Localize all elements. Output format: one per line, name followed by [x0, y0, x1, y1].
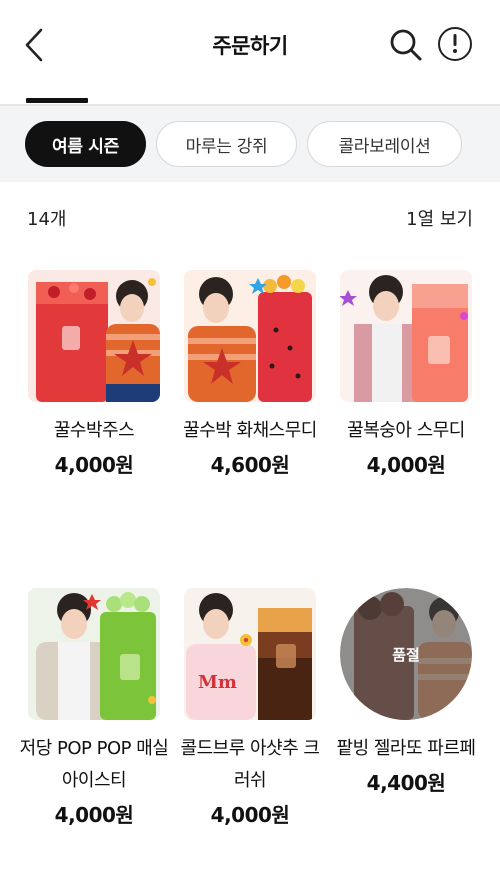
product-price: 4,000원: [366, 453, 446, 477]
chip-label: 콜라보레이션: [338, 136, 431, 157]
sold-out-badge: 품절: [392, 645, 420, 664]
product-name: 꿀수박 화채스무디: [183, 420, 317, 441]
product-card[interactable]: 꿀복숭아 스무디 4,000원: [330, 270, 482, 478]
product-image: [340, 270, 472, 402]
chip-label: 여름 시즌: [52, 136, 119, 157]
product-name: 꿀복숭아 스무디: [347, 420, 465, 441]
product-image: [28, 270, 160, 402]
chip-maru-dog[interactable]: 마루는 강쥐: [156, 121, 297, 167]
product-name: 팥빙 젤라또 파르페: [336, 738, 476, 759]
product-card[interactable]: Mm 콜드브루 아샷추 크러쉬 4,000원: [174, 588, 326, 828]
product-price: 4,000원: [210, 803, 290, 827]
product-card[interactable]: 저당 POP POP 매실 아이스티 4,000원: [18, 588, 170, 828]
product-image: Mm: [184, 588, 316, 720]
search-icon: [390, 29, 422, 61]
product-name: 저당 POP POP 매실 아이스티: [19, 738, 169, 791]
category-chip-bar: 여름 시즌 마루는 강쥐 콜라보레이션: [0, 106, 500, 182]
chip-collaboration[interactable]: 콜라보레이션: [307, 121, 462, 167]
info-icon: [453, 34, 457, 53]
chip-summer-season[interactable]: 여름 시즌: [25, 121, 146, 167]
product-image: 품절: [340, 588, 472, 720]
product-price: 4,000원: [54, 453, 134, 477]
tab-indicator: [26, 98, 88, 103]
top-app-bar: 주문하기: [0, 0, 500, 92]
page-title: 주문하기: [212, 34, 288, 58]
product-card[interactable]: 꿀수박주스 4,000원: [18, 270, 170, 478]
svg-text:Mm: Mm: [198, 672, 237, 693]
info-button[interactable]: [438, 27, 472, 61]
product-card[interactable]: 꿀수박 화채스무디 4,600원: [174, 270, 326, 478]
product-card-sold-out[interactable]: 품절 팥빙 젤라또 파르페 4,400원: [330, 588, 482, 796]
item-count: 14개: [27, 209, 67, 230]
product-name: 콜드브루 아샷추 크러쉬: [180, 738, 320, 791]
chip-label: 마루는 강쥐: [185, 136, 268, 157]
search-button[interactable]: [388, 27, 424, 63]
view-mode-toggle[interactable]: 1열 보기: [406, 205, 473, 231]
product-name: 꿀수박주스: [53, 420, 135, 441]
sold-out-overlay: 품절: [340, 588, 472, 720]
product-image: [184, 270, 316, 402]
product-price: 4,000원: [54, 803, 134, 827]
product-price: 4,400원: [366, 771, 446, 795]
product-price: 4,600원: [210, 453, 290, 477]
product-image: [28, 588, 160, 720]
